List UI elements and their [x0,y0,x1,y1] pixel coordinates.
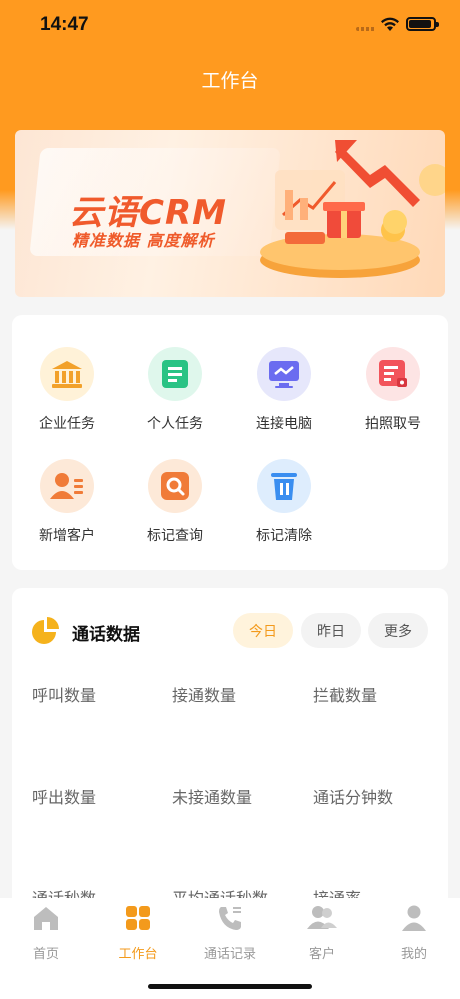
tab-call-records[interactable]: 通话记录 [184,898,276,962]
page-title: 工作台 [201,70,259,92]
add-customer-icon [40,459,94,513]
metric-call-minutes: 通话分钟数 [313,788,394,807]
tool-photo-number[interactable]: 拍照取号 [338,347,448,433]
user-icon [398,903,430,933]
customers-icon [306,903,338,933]
photo-number-icon [366,347,420,401]
tools-grid: 企业任务 个人任务 连接电脑 拍照取号 新增客户 标记查询 标记清除 [12,315,448,570]
metric-unconnected-count: 未接通数量 [172,788,253,807]
battery-icon [406,17,439,31]
call-data-card: 通话数据 今日 昨日 更多 呼叫数量 接通数量 拦截数量 呼出数量 未接通数量 … [12,588,448,918]
metric-call-count: 呼叫数量 [32,686,97,705]
tool-label: 拍照取号 [365,416,421,432]
tool-mark-query[interactable]: 标记查询 [120,459,230,545]
tool-add-customer[interactable]: 新增客户 [12,459,122,545]
status-bar: 14:47 [0,0,460,52]
call-data-title: 通话数据 [72,625,140,645]
filter-more[interactable]: 更多 [368,613,428,648]
tab-customers[interactable]: 客户 [276,898,368,962]
tool-label: 标记查询 [147,528,203,544]
cellular-signal-icon [356,27,376,31]
tool-label: 新增客户 [39,528,95,544]
tab-label: 我的 [400,947,427,962]
home-icon [30,903,62,933]
banner-illustration [260,140,445,278]
tool-label: 个人任务 [147,416,203,432]
tool-mark-clear[interactable]: 标记清除 [229,459,339,545]
home-indicator[interactable] [148,984,312,989]
tab-label: 首页 [32,947,59,962]
tool-label: 标记清除 [256,528,312,544]
metric-outgoing-count: 呼出数量 [32,788,97,807]
tool-enterprise-task[interactable]: 企业任务 [12,347,122,433]
metric-connected-count: 接通数量 [172,686,237,705]
wifi-icon [381,17,399,31]
task-list-icon [148,347,202,401]
monitor-icon [257,347,311,401]
filter-today[interactable]: 今日 [233,613,293,648]
banner-subtitle: 精准数据 高度解析 [72,231,215,250]
filter-yesterday[interactable]: 昨日 [301,613,361,648]
tab-home[interactable]: 首页 [0,898,92,962]
tab-label: 工作台 [118,947,158,962]
promo-banner[interactable]: 云语CRM 精准数据 高度解析 [15,130,445,297]
tab-label: 客户 [308,947,335,962]
tool-label: 企业任务 [39,416,95,432]
metric-blocked-count: 拦截数量 [313,686,378,705]
trash-icon [257,459,311,513]
tool-personal-task[interactable]: 个人任务 [120,347,230,433]
tab-profile[interactable]: 我的 [368,898,460,962]
bank-icon [40,347,94,401]
tab-label: 通话记录 [203,947,256,962]
tab-workbench[interactable]: 工作台 [92,898,184,962]
search-icon [148,459,202,513]
tool-label: 连接电脑 [256,416,312,432]
pie-chart-icon [32,617,59,644]
phone-icon [214,903,246,933]
tool-connect-pc[interactable]: 连接电脑 [229,347,339,433]
status-time: 14:47 [40,14,89,35]
workbench-grid-icon [122,903,154,933]
